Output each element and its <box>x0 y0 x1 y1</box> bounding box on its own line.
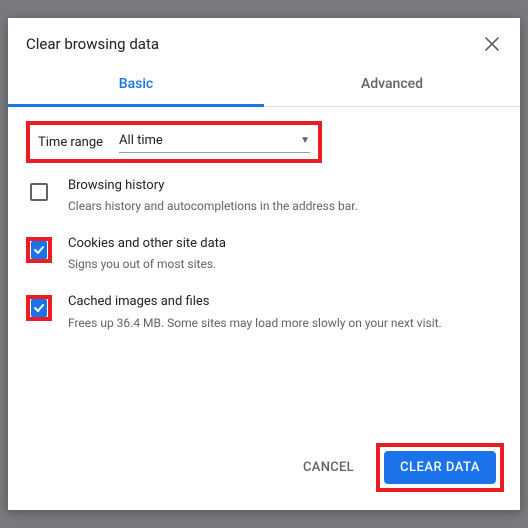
option-text: Cached images and files Frees up 36.4 MB… <box>68 293 442 331</box>
option-cache: Cached images and files Frees up 36.4 MB… <box>26 279 502 337</box>
time-range-select[interactable]: All time ▼ <box>119 131 310 153</box>
option-desc: Clears history and autocompletions in th… <box>68 197 358 215</box>
checkbox-cache[interactable] <box>31 299 47 317</box>
option-text: Browsing history Clears history and auto… <box>68 177 358 215</box>
close-icon <box>485 37 499 51</box>
option-title: Cached images and files <box>68 293 442 311</box>
close-button[interactable] <box>482 34 502 54</box>
time-range-label: Time range <box>38 135 103 150</box>
option-browsing-history: Browsing history Clears history and auto… <box>26 163 502 221</box>
option-desc: Frees up 36.4 MB. Some sites may load mo… <box>68 314 442 332</box>
checkbox-wrap <box>26 295 52 321</box>
chevron-down-icon: ▼ <box>300 135 310 146</box>
time-range-value: All time <box>119 133 163 148</box>
check-icon <box>33 244 45 256</box>
dialog-footer: CANCEL CLEAR DATA <box>8 429 520 510</box>
dialog-header: Clear browsing data <box>8 18 520 64</box>
check-icon <box>33 302 45 314</box>
tabs: Basic Advanced <box>8 64 520 107</box>
clear-button-highlight: CLEAR DATA <box>376 443 504 492</box>
checkbox-wrap <box>26 237 52 263</box>
dialog-title: Clear browsing data <box>26 35 159 53</box>
option-cookies: Cookies and other site data Signs you ou… <box>26 221 502 279</box>
tab-advanced[interactable]: Advanced <box>264 64 520 106</box>
tab-basic[interactable]: Basic <box>8 64 264 106</box>
dialog-content: Time range All time ▼ Browsing history C… <box>8 107 520 429</box>
option-title: Browsing history <box>68 177 358 195</box>
checkbox-cookies[interactable] <box>31 241 47 259</box>
option-text: Cookies and other site data Signs you ou… <box>68 235 226 273</box>
time-range-row: Time range All time ▼ <box>26 121 322 163</box>
option-desc: Signs you out of most sites. <box>68 255 226 273</box>
cancel-button[interactable]: CANCEL <box>291 452 366 483</box>
clear-browsing-data-dialog: Clear browsing data Basic Advanced Time … <box>8 18 520 510</box>
checkbox-wrap <box>26 179 52 205</box>
clear-data-button[interactable]: CLEAR DATA <box>384 451 496 484</box>
checkbox-browsing-history[interactable] <box>30 183 48 201</box>
option-title: Cookies and other site data <box>68 235 226 253</box>
